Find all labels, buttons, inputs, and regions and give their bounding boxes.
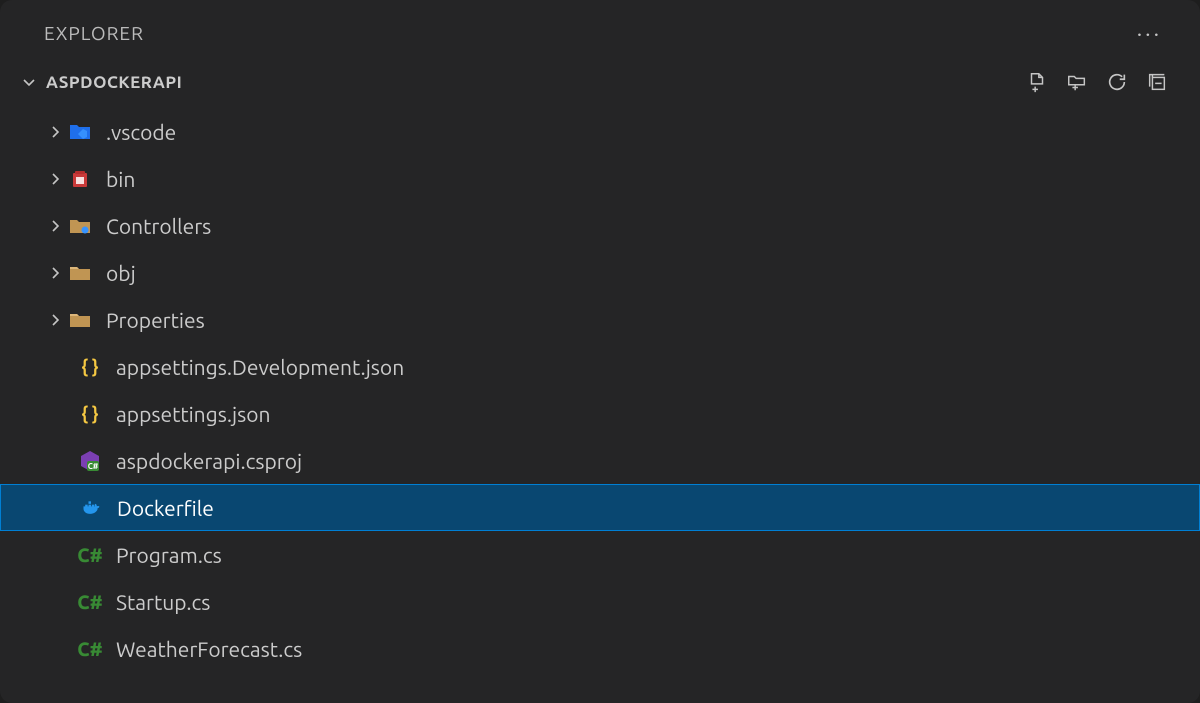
tree-item-label: appsettings.json: [116, 402, 271, 426]
folder-icon: [66, 259, 94, 287]
tree-item-label: obj: [106, 261, 136, 285]
tree-file-startup[interactable]: C# Startup.cs: [0, 578, 1200, 625]
new-file-icon[interactable]: [1026, 71, 1048, 93]
tree-item-label: Properties: [106, 308, 205, 332]
folder-icon: [66, 306, 94, 334]
bin-folder-icon: [66, 165, 94, 193]
new-folder-icon[interactable]: [1066, 71, 1088, 93]
json-file-icon: { }: [76, 353, 104, 381]
tree-folder-obj[interactable]: obj: [0, 249, 1200, 296]
tree-item-label: Program.cs: [116, 543, 222, 567]
tree-file-csproj[interactable]: C# aspdockerapi.csproj: [0, 437, 1200, 484]
csproj-file-icon: C#: [76, 447, 104, 475]
refresh-icon[interactable]: [1106, 71, 1128, 93]
tree-file-appsettings[interactable]: { } appsettings.json: [0, 390, 1200, 437]
tree-item-label: .vscode: [106, 120, 176, 144]
tree-file-appsettings-dev[interactable]: { } appsettings.Development.json: [0, 343, 1200, 390]
cs-file-icon: C#: [76, 588, 104, 616]
tree-folder-controllers[interactable]: Controllers: [0, 202, 1200, 249]
chevron-right-icon: [44, 171, 66, 187]
explorer-panel: EXPLORER ··· ASPDOCKERAPI: [0, 0, 1200, 703]
tree-item-label: Dockerfile: [117, 496, 214, 520]
tree-folder-bin[interactable]: bin: [0, 155, 1200, 202]
chevron-right-icon: [44, 124, 66, 140]
chevron-down-icon: [18, 74, 40, 90]
docker-file-icon: [77, 494, 105, 522]
cs-file-icon: C#: [76, 541, 104, 569]
tree-item-label: bin: [106, 167, 135, 191]
tree-item-label: aspdockerapi.csproj: [116, 449, 302, 473]
tree-file-program[interactable]: C# Program.cs: [0, 531, 1200, 578]
project-toolbar: [1026, 71, 1182, 93]
tree-folder-vscode[interactable]: .vscode: [0, 108, 1200, 155]
more-actions-button[interactable]: ···: [1137, 21, 1180, 46]
chevron-right-icon: [44, 218, 66, 234]
tree-file-weatherforecast[interactable]: C# WeatherForecast.cs: [0, 625, 1200, 672]
project-name: ASPDOCKERAPI: [46, 73, 182, 92]
tree-item-label: Startup.cs: [116, 590, 210, 614]
project-section-header[interactable]: ASPDOCKERAPI: [0, 60, 1200, 104]
json-file-icon: { }: [76, 400, 104, 428]
collapse-all-icon[interactable]: [1146, 71, 1168, 93]
tree-item-label: Controllers: [106, 214, 211, 238]
tree-folder-properties[interactable]: Properties: [0, 296, 1200, 343]
controllers-folder-icon: [66, 212, 94, 240]
explorer-title: EXPLORER: [44, 22, 144, 44]
chevron-right-icon: [44, 265, 66, 281]
chevron-right-icon: [44, 312, 66, 328]
tree-item-label: WeatherForecast.cs: [116, 637, 302, 661]
cs-file-icon: C#: [76, 635, 104, 663]
svg-text:C#: C#: [88, 462, 99, 471]
explorer-header: EXPLORER ···: [0, 0, 1200, 60]
vscode-folder-icon: [66, 118, 94, 146]
tree-item-label: appsettings.Development.json: [116, 355, 404, 379]
file-tree: .vscode bin Controllers: [0, 104, 1200, 672]
tree-file-dockerfile[interactable]: Dockerfile: [0, 484, 1200, 531]
